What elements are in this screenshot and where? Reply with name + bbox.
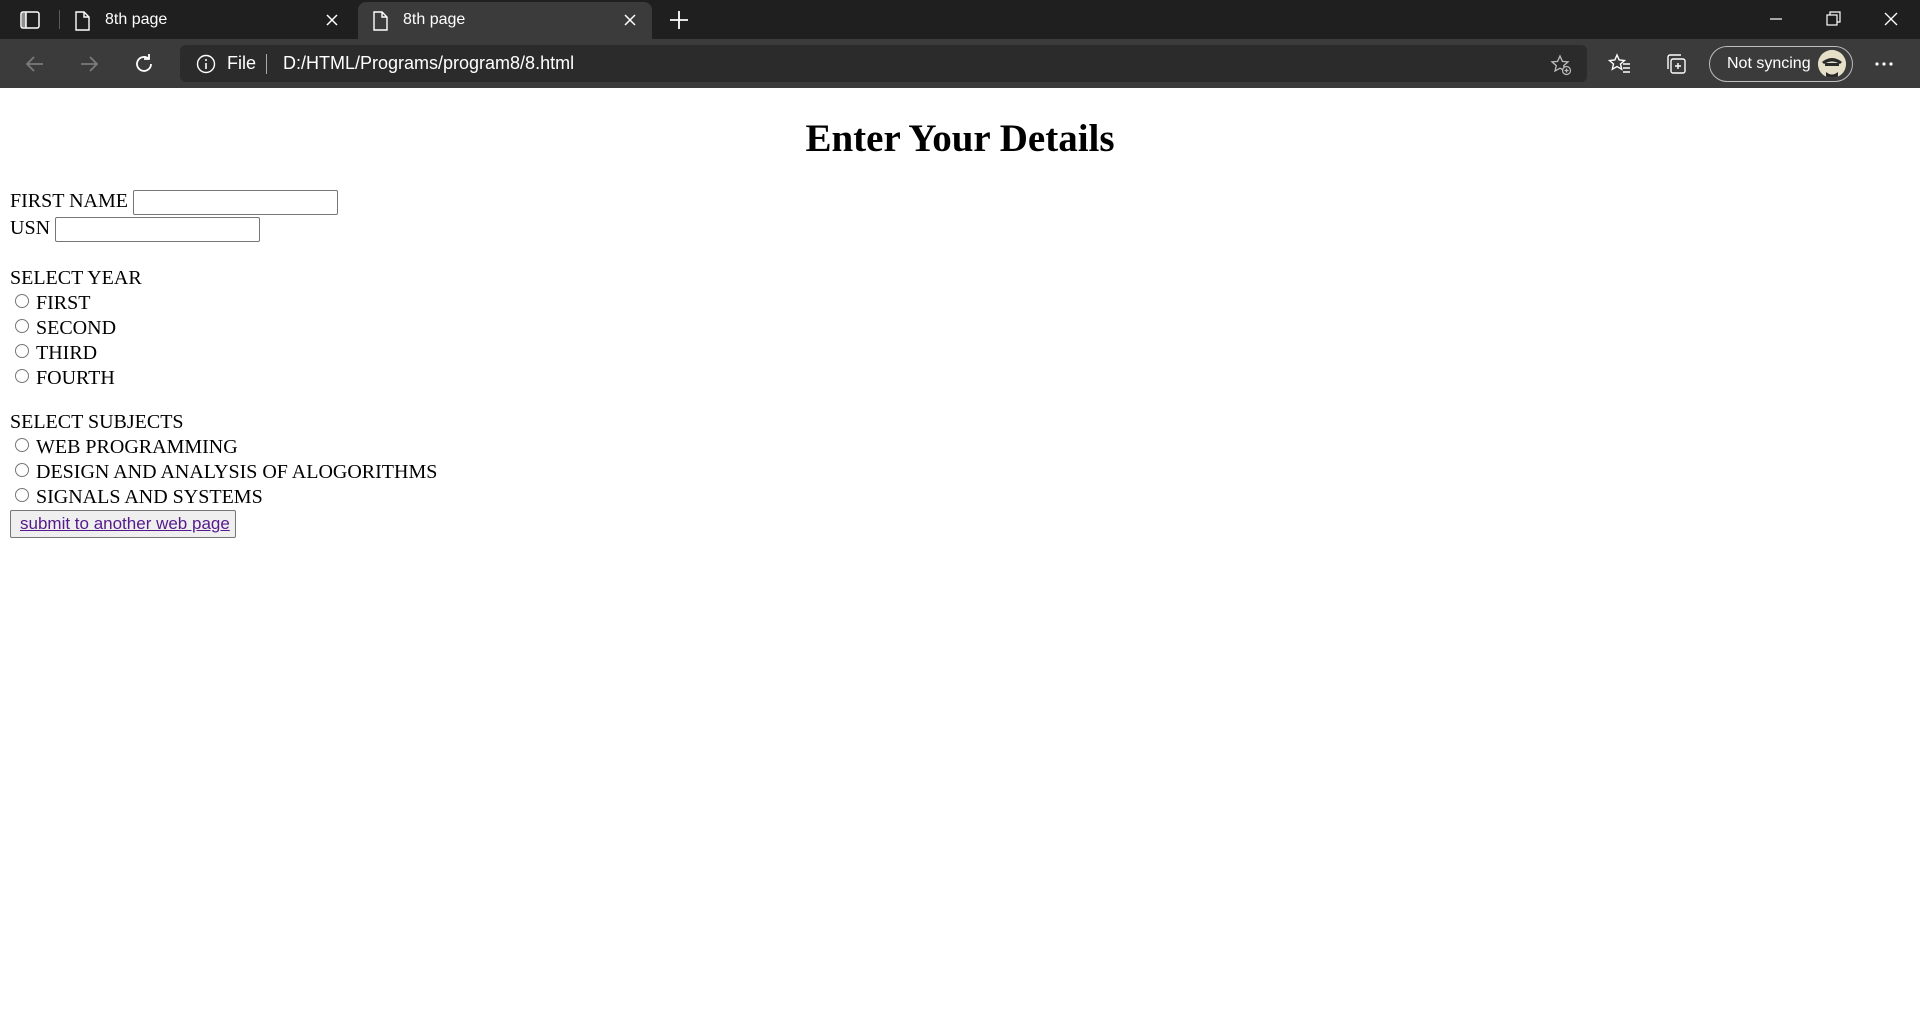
page-viewport: Enter Your Details FIRST NAME USN SELECT…	[0, 88, 1920, 1030]
year-label-second: SECOND	[36, 317, 117, 339]
usn-input[interactable]	[55, 217, 260, 242]
subject-label-signals: SIGNALS AND SYSTEMS	[36, 486, 263, 508]
more-options-icon[interactable]	[1872, 52, 1896, 81]
info-icon[interactable]	[196, 54, 216, 79]
select-subjects-heading: SELECT SUBJECTS	[10, 411, 184, 433]
page-title: Enter Your Details	[805, 117, 1115, 160]
subject-label-web-programming: WEB PROGRAMMING	[36, 436, 238, 458]
year-label-first: FIRST	[36, 292, 91, 314]
tab-8th-page-2[interactable]: 8th page	[358, 2, 652, 39]
tab-8th-page-1[interactable]: 8th page	[60, 2, 354, 39]
tab-strip: 8th page 8th page	[0, 0, 1920, 39]
year-radio-fourth[interactable]	[15, 369, 29, 383]
avatar	[1818, 50, 1846, 78]
profile-button[interactable]: Not syncing	[1709, 46, 1853, 82]
address-url[interactable]: D:/HTML/Programs/program8/8.html	[283, 53, 574, 74]
profile-label: Not syncing	[1727, 55, 1811, 72]
select-year-heading: SELECT YEAR	[10, 267, 142, 289]
back-arrow-icon[interactable]	[21, 50, 49, 78]
add-favorite-icon[interactable]	[1550, 54, 1572, 81]
favorites-icon[interactable]	[1607, 52, 1634, 78]
year-radio-second[interactable]	[15, 319, 29, 333]
first-name-label: FIRST NAME	[10, 190, 128, 212]
submit-button[interactable]: submit to another web page	[10, 510, 236, 538]
subject-label-daa: DESIGN AND ANALYSIS OF ALOGORITHMS	[36, 461, 438, 483]
tab-actions-icon[interactable]	[16, 9, 44, 31]
subject-radio-web-programming[interactable]	[15, 438, 29, 452]
restore-icon[interactable]	[1822, 8, 1844, 35]
new-tab-button[interactable]	[666, 7, 692, 33]
year-label-fourth: FOURTH	[36, 367, 115, 389]
document-icon	[74, 11, 90, 36]
document-icon	[372, 11, 388, 36]
first-name-input[interactable]	[133, 190, 338, 215]
submit-link[interactable]: submit to another web page	[20, 514, 230, 534]
forward-arrow-icon[interactable]	[75, 50, 103, 78]
subject-radio-daa[interactable]	[15, 463, 29, 477]
collections-icon[interactable]	[1664, 52, 1690, 78]
tab-title: 8th page	[403, 11, 466, 28]
browser-toolbar: File D:/HTML/Programs/program8/8.html No…	[0, 39, 1920, 88]
close-icon[interactable]	[324, 12, 340, 33]
subject-radio-signals[interactable]	[15, 488, 29, 502]
address-scheme-label: File	[227, 53, 257, 73]
minimize-icon[interactable]	[1765, 8, 1787, 35]
close-icon[interactable]	[622, 12, 638, 33]
address-divider	[266, 54, 267, 74]
usn-label: USN	[10, 217, 51, 239]
year-label-third: THIRD	[36, 342, 98, 364]
refresh-icon[interactable]	[130, 50, 158, 78]
address-bar[interactable]: File D:/HTML/Programs/program8/8.html	[180, 45, 1587, 82]
year-radio-first[interactable]	[15, 294, 29, 308]
tab-title: 8th page	[105, 11, 168, 28]
window-close-icon[interactable]	[1880, 8, 1902, 35]
year-radio-third[interactable]	[15, 344, 29, 358]
